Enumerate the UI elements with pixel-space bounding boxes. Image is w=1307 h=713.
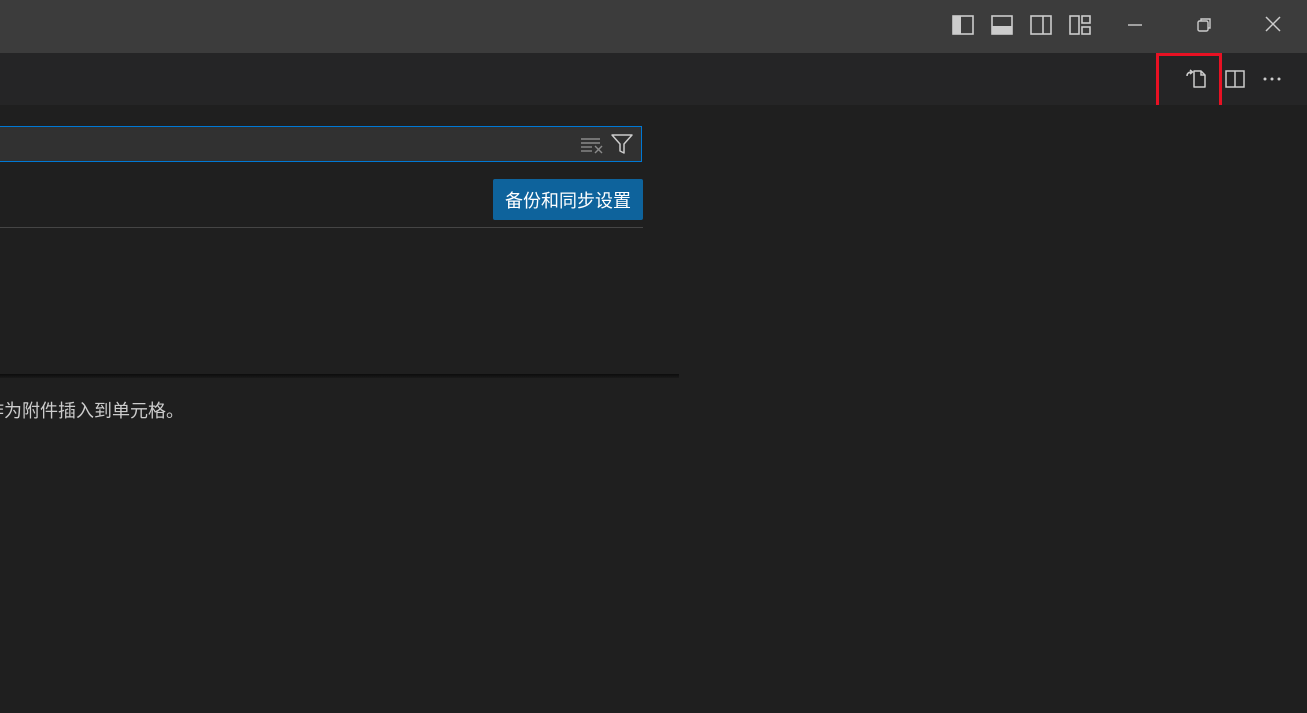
customize-layout-icon[interactable]: [1068, 13, 1092, 37]
toggle-primary-sidebar-icon[interactable]: [951, 13, 975, 37]
settings-search-box: [0, 126, 642, 163]
editor-tab-bar: [0, 53, 1307, 105]
title-bar: [0, 0, 1307, 53]
close-icon[interactable]: [1261, 13, 1285, 37]
minimize-icon[interactable]: [1123, 13, 1147, 37]
toggle-secondary-sidebar-icon[interactable]: [1029, 13, 1053, 37]
scroll-shadow: [0, 374, 679, 378]
restore-icon[interactable]: [1192, 13, 1216, 37]
divider: [0, 227, 643, 228]
setting-description: 作为附件插入到单元格。: [0, 401, 184, 422]
settings-search-input[interactable]: [9, 127, 573, 163]
clear-filter-icon[interactable]: [580, 133, 604, 155]
open-settings-json-icon[interactable]: [1183, 66, 1209, 92]
more-actions-icon[interactable]: [1259, 66, 1285, 92]
filter-icon[interactable]: [610, 133, 634, 155]
settings-editor: 备份和同步设置 作为附件插入到单元格。: [0, 105, 1307, 713]
toggle-panel-icon[interactable]: [990, 13, 1014, 37]
split-editor-icon[interactable]: [1222, 66, 1248, 92]
backup-sync-settings-button[interactable]: 备份和同步设置: [493, 179, 643, 220]
